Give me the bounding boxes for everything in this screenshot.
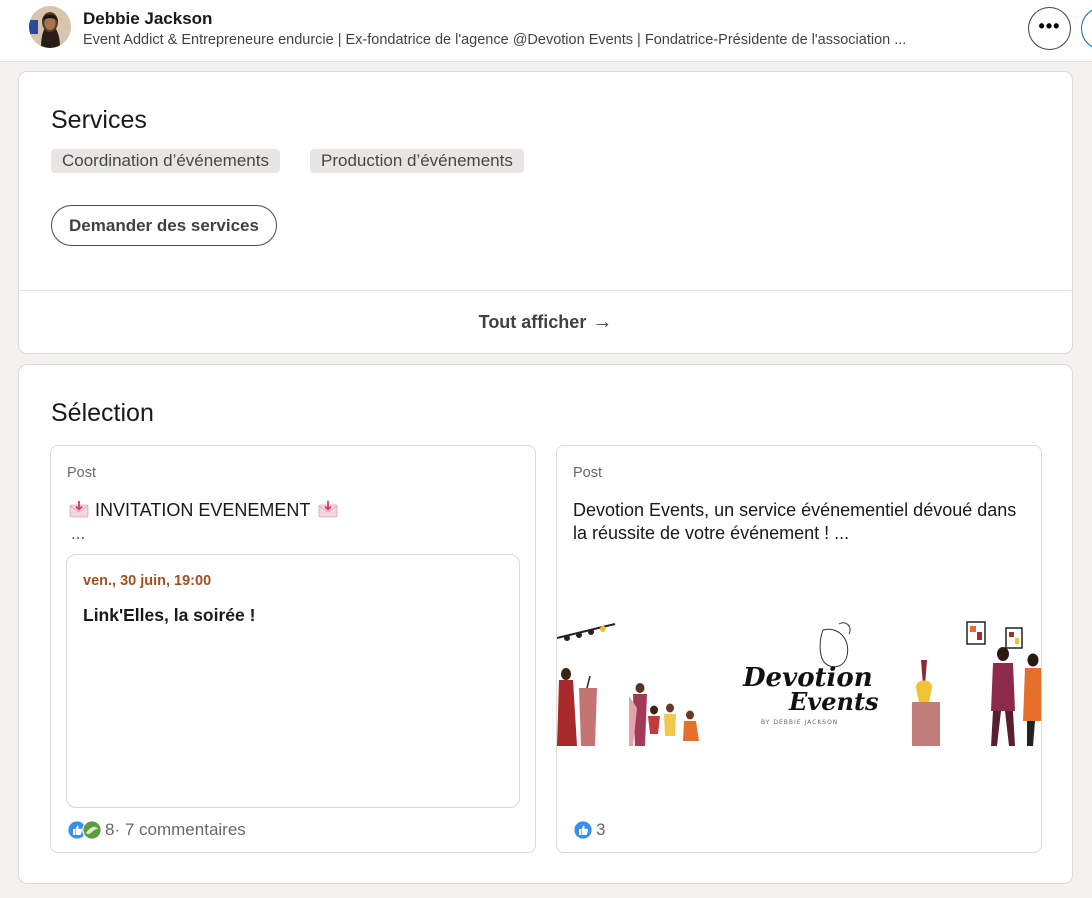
comments-count[interactable]: · 7 commentaires: [114, 820, 245, 840]
logo-text-events: Events: [788, 687, 879, 716]
featured-post-devotion[interactable]: Post Devotion Events, un service événeme…: [556, 445, 1042, 853]
service-chip-production: Production d’événements: [310, 149, 524, 173]
profile-sticky-header: Debbie Jackson Event Addict & Entreprene…: [0, 0, 1092, 62]
event-preview-card[interactable]: ven., 30 juin, 19:00 Link'Elles, la soir…: [66, 554, 520, 808]
profile-name[interactable]: Debbie Jackson: [83, 9, 212, 29]
reactions-summary[interactable]: 3: [573, 820, 605, 840]
post-type-label: Post: [67, 465, 97, 481]
reactions-summary[interactable]: 8 · 7 commentaires: [67, 820, 246, 840]
more-icon: •••: [1038, 15, 1061, 36]
envelope-icon: [318, 501, 338, 518]
post-text: Devotion Events, un service événementiel…: [573, 500, 1017, 543]
avatar[interactable]: [29, 6, 71, 48]
show-all-label: Tout afficher: [478, 312, 587, 332]
service-chip-coordination: Coordination d’événements: [51, 149, 280, 173]
post-text: INVITATION EVENEMENT: [67, 499, 527, 522]
partial-action-button[interactable]: [1081, 7, 1092, 50]
featured-title: Sélection: [51, 399, 154, 427]
event-date: ven., 30 juin, 19:00: [83, 573, 212, 589]
support-reaction-icon: [82, 820, 102, 840]
post-text-content: INVITATION EVENEMENT: [95, 500, 311, 520]
arrow-right-icon: →: [592, 311, 613, 333]
envelope-icon: [69, 501, 89, 518]
more-actions-button[interactable]: •••: [1028, 7, 1071, 50]
services-section: Services Coordination d’événements Produ…: [18, 71, 1073, 354]
show-all-services-link[interactable]: Tout afficher →: [19, 291, 1072, 354]
reaction-count: 3: [596, 820, 606, 839]
post-image: Devotion Events BY DEBBIE JACKSON: [557, 620, 1041, 746]
see-more-ellipsis[interactable]: ...: [71, 524, 85, 544]
like-reaction-icon: [573, 820, 593, 840]
logo-subtitle: BY DEBBIE JACKSON: [761, 719, 838, 726]
profile-headline: Event Addict & Entrepreneure endurcie | …: [83, 32, 907, 48]
request-services-button[interactable]: Demander des services: [51, 205, 277, 246]
reaction-count: 8: [105, 820, 115, 839]
featured-section: Sélection Post INVITATION EVENEMENT ... …: [18, 364, 1073, 884]
event-title: Link'Elles, la soirée !: [83, 605, 256, 625]
featured-post-invitation[interactable]: Post INVITATION EVENEMENT ... ven., 30 j…: [50, 445, 536, 853]
services-title: Services: [51, 106, 147, 134]
post-type-label: Post: [573, 465, 603, 481]
